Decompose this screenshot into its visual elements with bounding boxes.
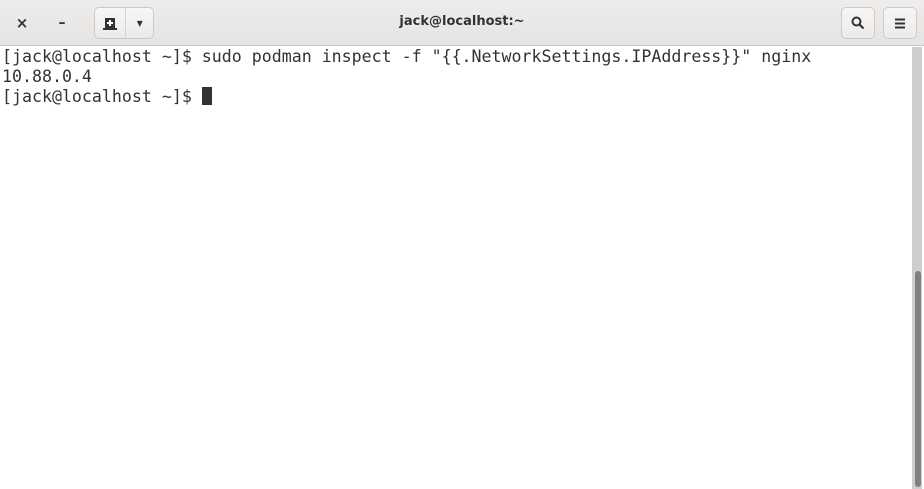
terminal-prompt: [jack@localhost ~]$ (2, 87, 202, 106)
terminal-line: 10.88.0.4 (2, 67, 92, 86)
window-title: jack@localhost:~ (399, 14, 525, 29)
menu-button[interactable] (883, 7, 917, 39)
terminal-line: [jack@localhost ~]$ sudo podman inspect … (2, 47, 812, 66)
hamburger-menu-icon (895, 18, 905, 28)
terminal-prompt-line: [jack@localhost ~]$ (2, 87, 811, 107)
terminal-cursor (201, 87, 212, 105)
scrollbar-thumb[interactable] (915, 271, 921, 487)
terminal-output[interactable]: [jack@localhost ~]$ sudo podman inspect … (2, 47, 811, 107)
search-icon (851, 16, 865, 30)
search-button[interactable] (841, 7, 875, 39)
header-bar: × – ▾ jack@localhost:~ (0, 0, 924, 46)
